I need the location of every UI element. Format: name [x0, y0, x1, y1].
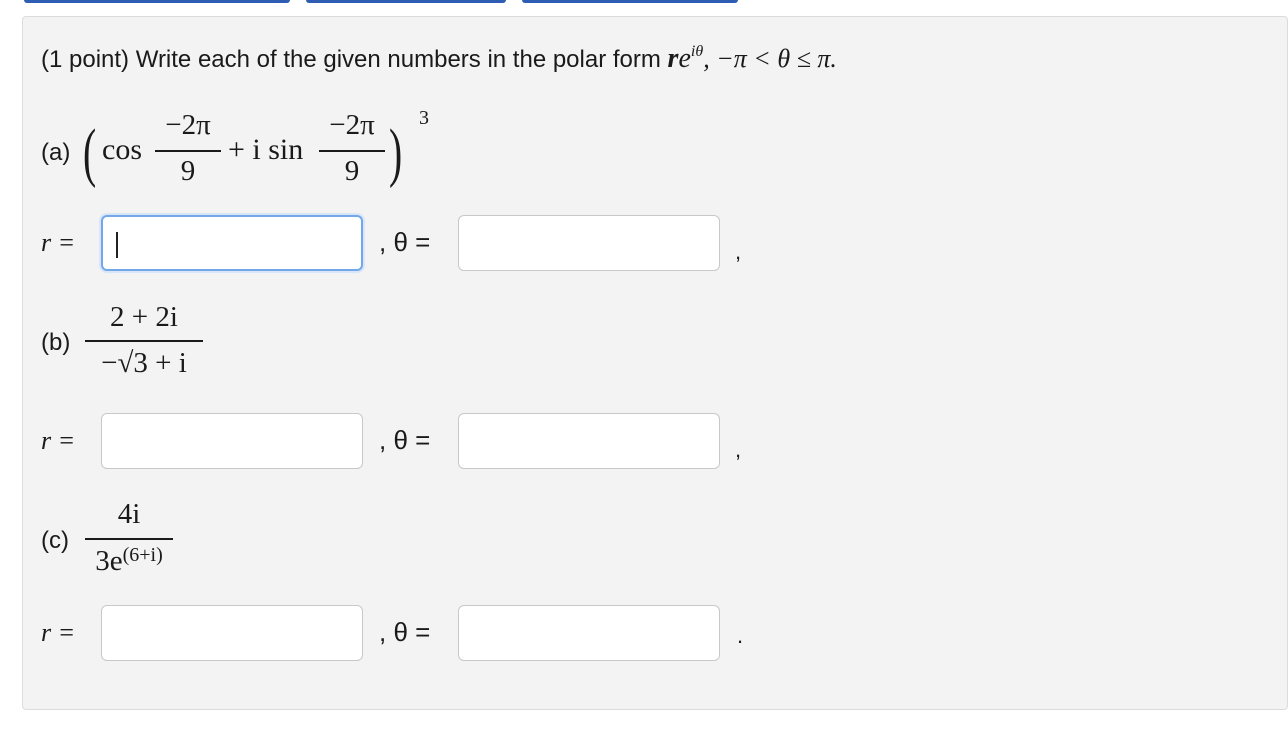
angle-range: , −π < θ ≤ π.: [703, 44, 837, 73]
fraction-b-numerator: 2 + 2i: [110, 301, 178, 333]
fraction-c-bar: [85, 538, 173, 540]
tab-indicator-1[interactable]: [24, 0, 290, 3]
fraction-b-bar: [85, 340, 203, 342]
problem-prompt: (1 point) Write each of the given number…: [41, 43, 837, 75]
angle-numerator-2: −2π: [329, 109, 375, 141]
fraction-bar-2: [319, 150, 385, 152]
theta-label-c: , θ =: [379, 617, 431, 647]
plus-i-sin-text: + i sin: [228, 133, 304, 166]
theta-input-a[interactable]: [458, 215, 720, 271]
theta-label-a: , θ =: [379, 227, 431, 257]
problem-points: (1 point): [41, 46, 130, 73]
problem-instruction: Write each of the given numbers in the p…: [135, 46, 661, 73]
polar-exponent: iθ: [690, 43, 704, 60]
text-cursor: [116, 232, 118, 258]
power-exponent: 3: [419, 107, 429, 129]
fraction-c-denominator: 3e(6+i): [95, 544, 163, 577]
trailing-comma-a: ,: [735, 239, 742, 264]
tab-indicator-3[interactable]: [522, 0, 738, 3]
cos-text: cos: [102, 133, 142, 166]
problem-card: (1 point) Write each of the given number…: [22, 16, 1288, 710]
part-c-label: (c): [41, 527, 69, 554]
part-a-label: (a): [41, 139, 71, 166]
theta-input-c[interactable]: [458, 605, 720, 661]
theta-label-b: , θ =: [379, 425, 431, 455]
r-label-a: r =: [41, 228, 76, 257]
fraction-b-denominator: −√3 + i: [101, 347, 187, 379]
fraction-c-numerator: 4i: [117, 498, 141, 530]
trailing-comma-b: ,: [735, 437, 742, 462]
tab-indicator-2[interactable]: [306, 0, 506, 3]
r-label-c: r =: [41, 618, 76, 647]
angle-denominator-2: 9: [344, 155, 360, 187]
r-label-b: r =: [41, 426, 76, 455]
fraction-c-exponent: (6+i): [122, 544, 163, 566]
angle-denominator-1: 9: [180, 155, 196, 187]
theta-input-b[interactable]: [458, 413, 720, 469]
right-paren: ): [389, 116, 403, 189]
trailing-period-c: .: [737, 623, 744, 648]
polar-e: e: [678, 43, 691, 74]
polar-r: r: [667, 43, 679, 74]
part-b-label: (b): [41, 329, 71, 356]
fraction-bar-1: [155, 150, 221, 152]
r-input-b[interactable]: [101, 413, 363, 469]
r-input-a[interactable]: [101, 215, 363, 271]
left-paren: (: [83, 116, 97, 189]
angle-numerator-1: −2π: [165, 109, 211, 141]
r-input-c[interactable]: [101, 605, 363, 661]
